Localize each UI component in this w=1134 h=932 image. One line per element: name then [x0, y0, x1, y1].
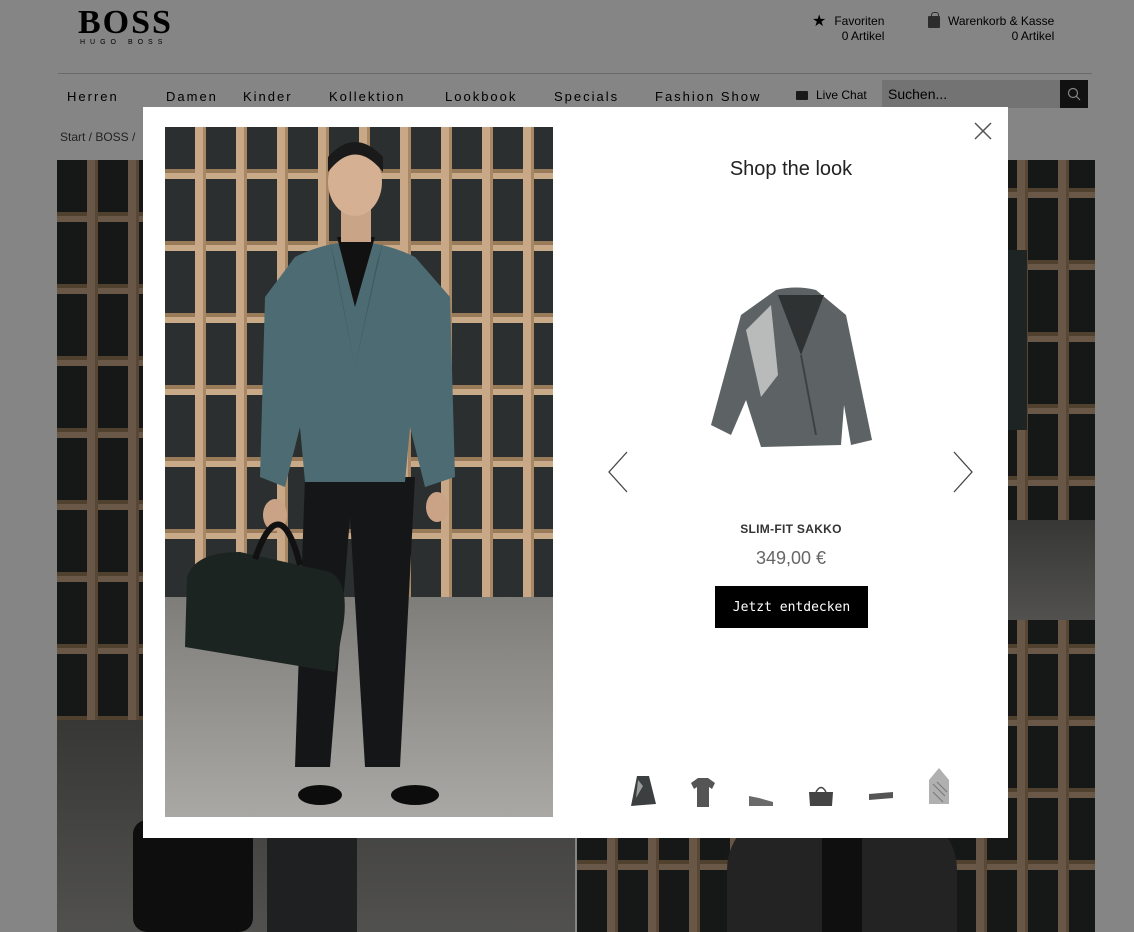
product-name: SLIM-FIT SAKKO [740, 522, 842, 536]
product-image[interactable] [706, 285, 876, 450]
modal-title: Shop the look [729, 158, 853, 180]
jacket-thumbnail[interactable] [629, 774, 657, 808]
discover-now-button[interactable]: Jetzt entdecken [715, 586, 868, 628]
page: BOSS HUGO BOSS ★ Favoriten 0 Artikel War… [0, 0, 1134, 932]
shop-the-look-modal: Shop the look SLIM-FIT SAKKO 349,00 € Je… [143, 107, 1008, 838]
bag-thumbnail[interactable] [807, 782, 835, 808]
chevron-right-icon[interactable] [951, 450, 975, 494]
product-price: 349,00 € [755, 548, 827, 568]
pocket-square-thumbnail[interactable] [925, 766, 953, 806]
close-icon[interactable] [972, 120, 994, 142]
belt-thumbnail[interactable] [867, 790, 895, 804]
sneaker-thumbnail[interactable] [747, 792, 775, 808]
model-look-photo [165, 127, 553, 817]
chevron-left-icon[interactable] [606, 450, 630, 494]
tshirt-thumbnail[interactable] [689, 777, 717, 809]
